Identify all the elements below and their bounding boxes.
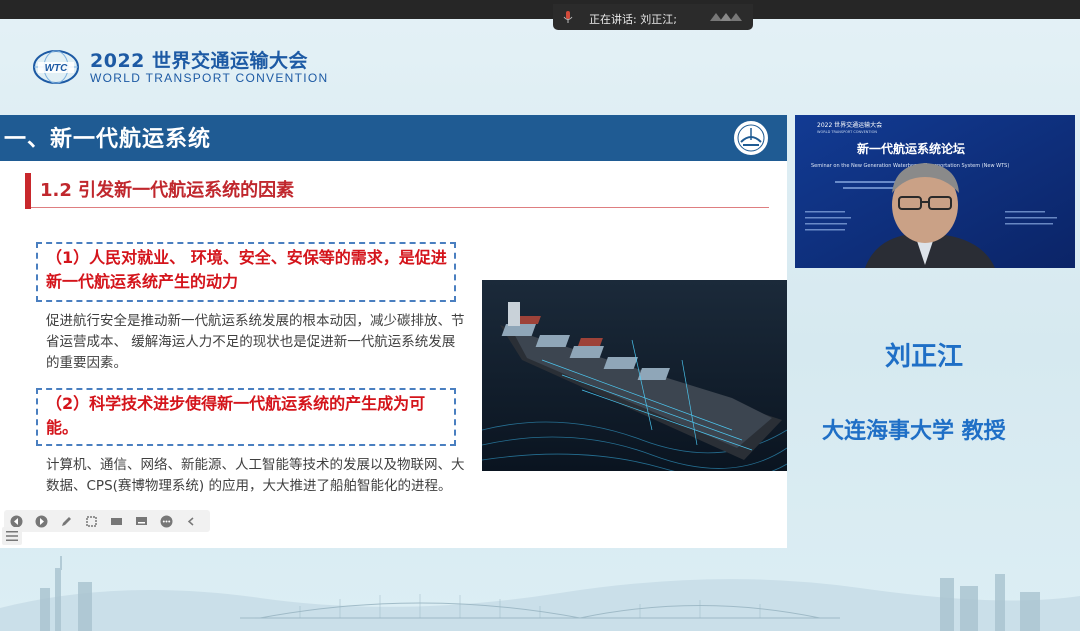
university-emblem-icon (732, 119, 770, 157)
point-1-box: （1）人民对就业、 环境、安全、安保等的需求，是促进新一代航运系统产生的动力 (36, 242, 456, 302)
previous-icon[interactable] (10, 515, 23, 528)
video-frame: 2022 世界交通运输大会 WORLD TRANSPORT CONVENTION… (795, 115, 1075, 268)
pen-icon[interactable] (60, 515, 73, 528)
screen-icon[interactable] (110, 515, 123, 528)
conference-subtitle: WORLD TRANSPORT CONVENTION (90, 71, 329, 85)
container-ship-image (482, 280, 787, 471)
point-2-text: 计算机、通信、网络、新能源、人工智能等技术的发展以及物联网、大数据、CPS(赛博… (46, 457, 465, 494)
participant-thumbnails-icon (710, 13, 742, 21)
slide-header: 一、新一代航运系统 (0, 115, 787, 161)
menu-icon[interactable] (2, 527, 22, 545)
subtitles-icon[interactable] (135, 515, 148, 528)
conference-title: 2022 世界交通运输大会 (90, 50, 308, 72)
svg-text:WTC: WTC (45, 63, 69, 74)
speaker-name: 刘正江 (885, 342, 964, 372)
forum-title: 新一代航运系统论坛 (857, 141, 965, 156)
video-banner-brand-en: WORLD TRANSPORT CONVENTION (817, 130, 877, 134)
presentation-slide: 一、新一代航运系统 1.2 引发新一代航运系统的因素 （1）人民对就业、 环境、… (0, 115, 787, 548)
subsection-title: 1.2 引发新一代航运系统的因素 (40, 180, 295, 201)
speaking-label: 正在讲话: 刘正江; (589, 13, 677, 26)
top-bar (0, 0, 1080, 19)
point-1-text: 促进航行安全是推动新一代航运系统发展的根本动因，减少碳排放、节省运营成本、 缓解… (46, 313, 465, 371)
city-skyline-illustration (0, 556, 1080, 631)
video-banner-brand: 2022 世界交通运输大会 (817, 121, 882, 129)
slide-control-toolbar (4, 510, 210, 532)
microphone-icon (563, 11, 573, 23)
speaker-affiliation: 大连海事大学 教授 (822, 419, 1006, 444)
point-2-box: （2）科学技术进步使得新一代航运系统的产生成为可能。 (36, 388, 456, 446)
wtc-logo-icon: WTC (33, 50, 79, 84)
subtitle-accent-bar (25, 173, 31, 209)
section-title: 一、新一代航运系统 (4, 127, 212, 152)
speaking-indicator: 正在讲话: 刘正江; (553, 4, 753, 30)
more-icon[interactable] (160, 515, 173, 528)
collapse-toolbar-icon[interactable] (185, 515, 198, 528)
speaker-video-feed: 2022 世界交通运输大会 WORLD TRANSPORT CONVENTION… (795, 115, 1075, 268)
zoom-icon[interactable] (85, 515, 98, 528)
subtitle-divider (25, 207, 769, 208)
next-icon[interactable] (35, 515, 48, 528)
